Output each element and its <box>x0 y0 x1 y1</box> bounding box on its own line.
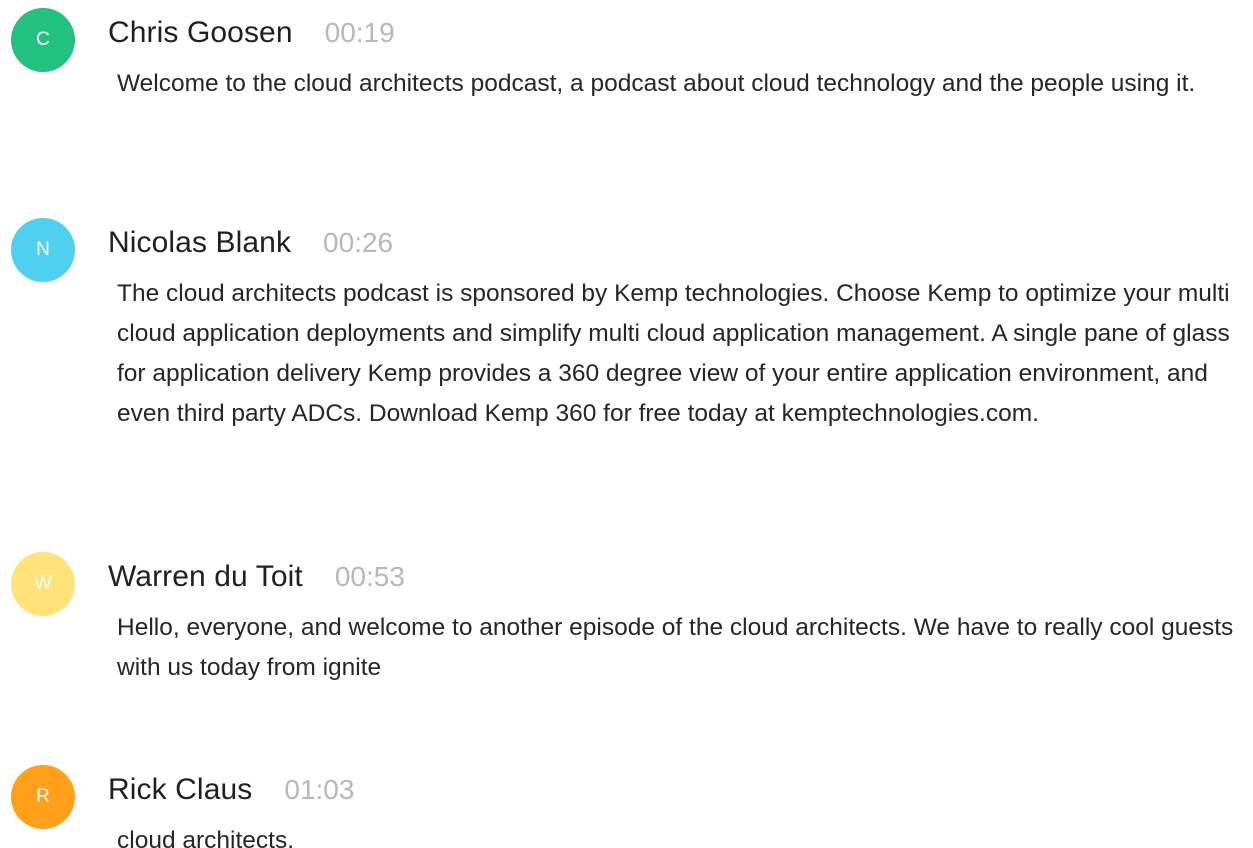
transcript-text[interactable]: Hello, everyone, and welcome to another … <box>117 608 1247 688</box>
timestamp[interactable]: 01:03 <box>284 774 354 806</box>
timestamp[interactable]: 00:26 <box>323 227 393 259</box>
avatar[interactable]: W <box>11 552 75 616</box>
transcript-text[interactable]: Welcome to the cloud architects podcast,… <box>117 64 1247 104</box>
transcript-text[interactable]: The cloud architects podcast is sponsore… <box>117 274 1247 434</box>
avatar[interactable]: C <box>11 8 75 72</box>
entry-header: Nicolas Blank 00:26 <box>108 226 393 266</box>
speaker-name[interactable]: Nicolas Blank <box>108 226 291 260</box>
speaker-name[interactable]: Rick Claus <box>108 773 252 807</box>
entry-header: Warren du Toit 00:53 <box>108 560 405 600</box>
entry-header: Rick Claus 01:03 <box>108 773 354 813</box>
avatar[interactable]: R <box>11 765 75 829</box>
transcript-text[interactable]: cloud architects. <box>117 821 1247 848</box>
avatar[interactable]: N <box>11 218 75 282</box>
transcript: C Chris Goosen 00:19 Welcome to the clou… <box>0 0 1253 848</box>
speaker-name[interactable]: Chris Goosen <box>108 16 293 50</box>
timestamp[interactable]: 00:19 <box>325 17 395 49</box>
timestamp[interactable]: 00:53 <box>335 561 405 593</box>
entry-header: Chris Goosen 00:19 <box>108 16 395 56</box>
speaker-name[interactable]: Warren du Toit <box>108 560 303 594</box>
